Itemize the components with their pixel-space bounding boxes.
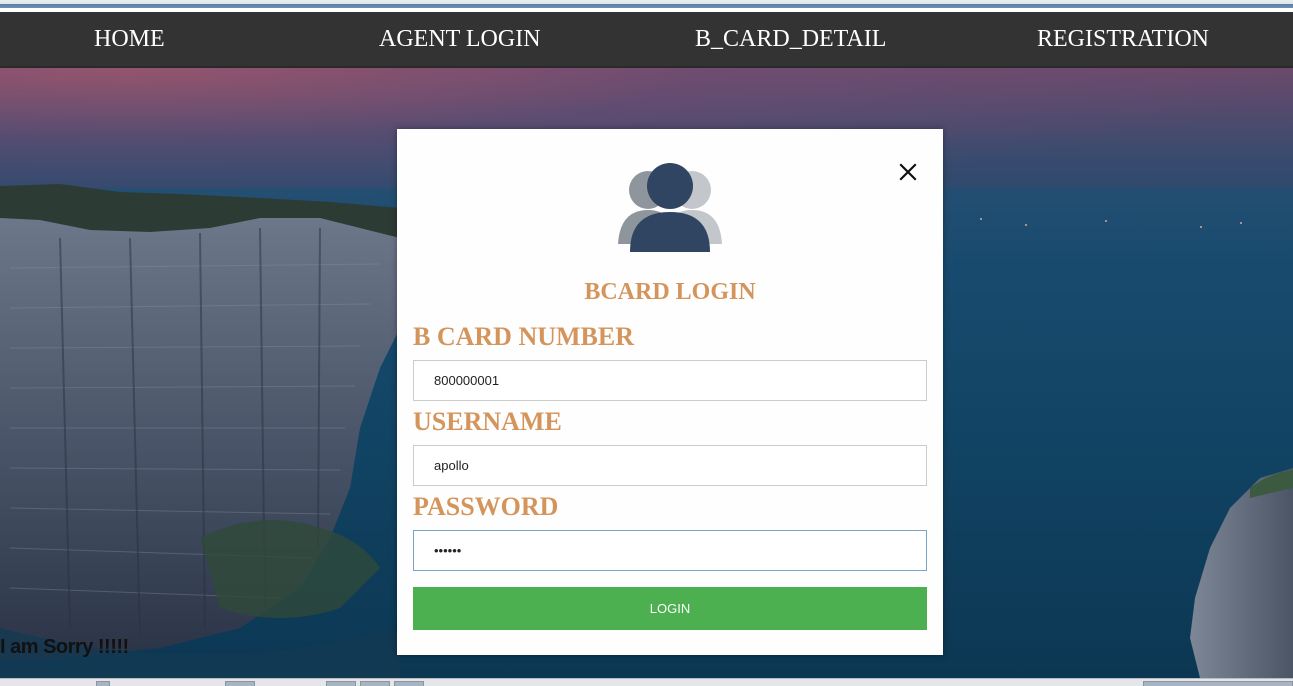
close-icon[interactable] <box>895 159 921 185</box>
taskbar-item <box>225 681 255 686</box>
top-navbar: HOME AGENT LOGIN B_CARD_DETAIL REGISTRAT… <box>0 12 1293 68</box>
password-input[interactable] <box>413 530 927 571</box>
nav-home[interactable]: HOME <box>94 25 165 53</box>
error-message: I am Sorry !!!!! <box>0 636 129 658</box>
taskbar-item <box>326 681 356 686</box>
browser-top-strip <box>0 0 1293 12</box>
taskbar-item <box>394 681 424 686</box>
card-number-input[interactable] <box>413 360 927 401</box>
nav-agent-login[interactable]: AGENT LOGIN <box>379 25 541 53</box>
password-label: PASSWORD <box>413 492 559 521</box>
nav-b-card-detail[interactable]: B_CARD_DETAIL <box>695 25 886 53</box>
username-label: USERNAME <box>413 407 562 436</box>
taskbar-item <box>1143 681 1293 686</box>
taskbar-item <box>360 681 390 686</box>
nav-registration[interactable]: REGISTRATION <box>1037 25 1209 53</box>
card-number-label: B CARD NUMBER <box>413 322 634 351</box>
username-input[interactable] <box>413 445 927 486</box>
modal-title: BCARD LOGIN <box>584 279 756 305</box>
login-button[interactable]: LOGIN <box>413 587 927 630</box>
taskbar-strip <box>0 678 1293 686</box>
users-icon <box>616 160 726 256</box>
login-modal: BCARD LOGIN B CARD NUMBER USERNAME PASSW… <box>397 129 943 655</box>
taskbar-item <box>96 681 110 686</box>
